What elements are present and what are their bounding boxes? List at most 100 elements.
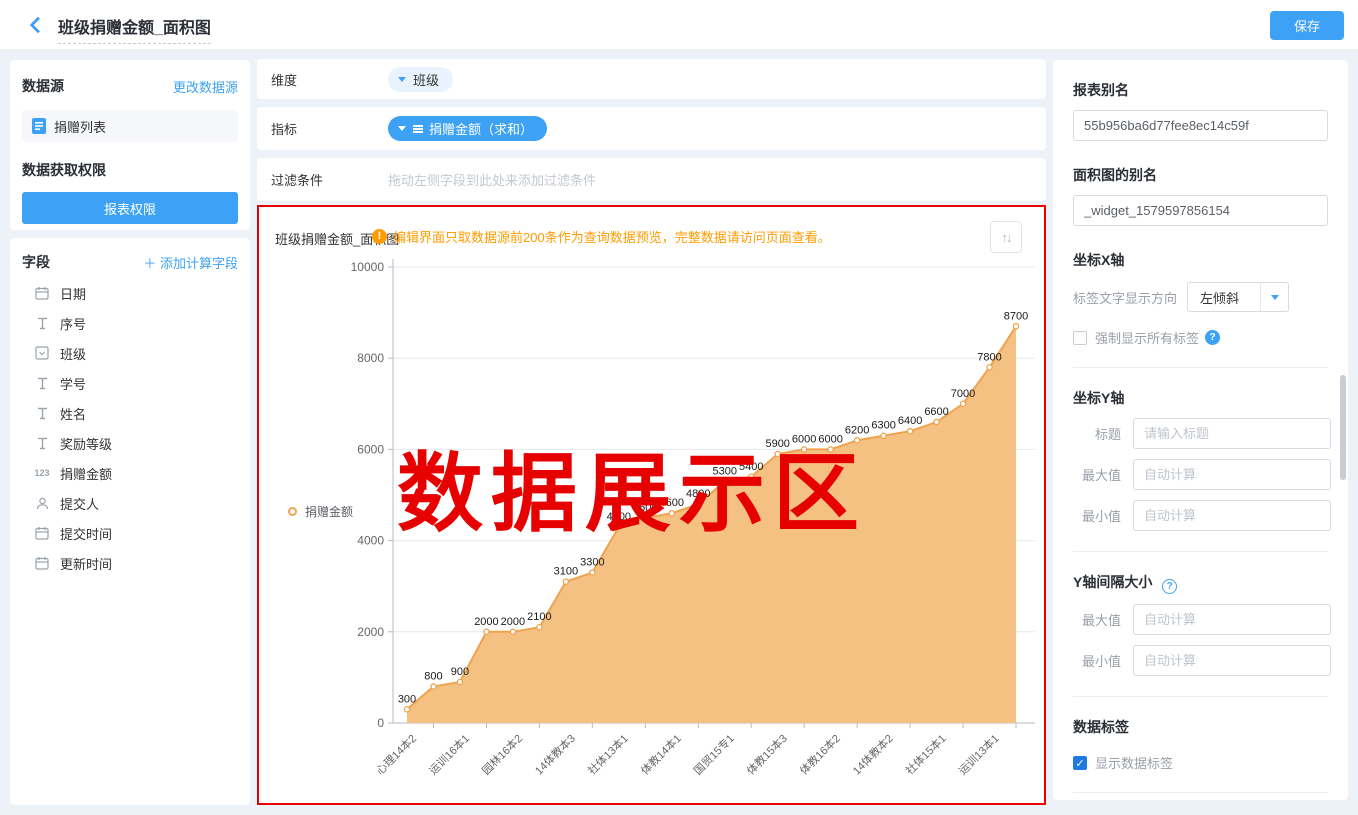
- svg-text:2000: 2000: [501, 616, 525, 628]
- report-alias-input[interactable]: [1073, 110, 1328, 141]
- y-axis-input[interactable]: [1133, 500, 1331, 531]
- svg-text:社体13本1: 社体13本1: [585, 731, 631, 777]
- svg-text:心理14本2: 心理14本2: [373, 731, 419, 777]
- svg-text:社体15本1: 社体15本1: [902, 731, 948, 777]
- calendar-icon: [32, 525, 52, 541]
- svg-text:4000: 4000: [357, 534, 384, 548]
- datasource-panel: 数据源 更改数据源 捐赠列表 数据获取权限 报表权限: [10, 60, 250, 230]
- svg-text:体教14本1: 体教14本1: [638, 731, 684, 777]
- change-datasource-link[interactable]: 更改数据源: [173, 77, 238, 96]
- svg-text:2100: 2100: [527, 611, 551, 623]
- svg-text:7800: 7800: [977, 351, 1001, 363]
- svg-text:2000: 2000: [474, 616, 498, 628]
- svg-text:300: 300: [398, 693, 416, 705]
- save-button[interactable]: 保存: [1270, 11, 1344, 40]
- legend-marker-icon: [288, 507, 297, 516]
- report-permission-button[interactable]: 报表权限: [22, 192, 238, 224]
- filter-label: 过滤条件: [271, 170, 323, 189]
- help-icon[interactable]: ?: [1205, 330, 1220, 345]
- svg-text:6400: 6400: [898, 415, 922, 427]
- svg-text:900: 900: [451, 666, 469, 678]
- widget-alias-title: 面积图的别名: [1073, 165, 1328, 185]
- document-icon: [32, 118, 46, 134]
- number-icon: 123: [32, 465, 52, 481]
- svg-text:国贸15专1: 国贸15专1: [691, 731, 737, 777]
- svg-text:5300: 5300: [712, 465, 736, 477]
- fields-title: 字段: [22, 252, 50, 272]
- svg-text:3300: 3300: [580, 557, 604, 569]
- x-axis-title: 坐标X轴: [1073, 250, 1328, 270]
- field-item[interactable]: 序号: [22, 308, 238, 338]
- y-interval-input[interactable]: [1133, 604, 1331, 635]
- datasource-name: 捐赠列表: [54, 117, 106, 136]
- svg-text:4600: 4600: [660, 497, 684, 509]
- sort-button[interactable]: ↑↓: [990, 221, 1022, 253]
- svg-text:10000: 10000: [351, 260, 385, 274]
- dimension-row: 维度 班级: [257, 59, 1046, 99]
- datasource-item[interactable]: 捐赠列表: [22, 110, 238, 142]
- filter-row[interactable]: 过滤条件 拖动左侧字段到此处来添加过滤条件: [257, 158, 1046, 201]
- y-axis-title: 坐标Y轴: [1073, 388, 1328, 408]
- field-item[interactable]: 更新时间: [22, 548, 238, 578]
- y-interval-title: Y轴间隔大小 ?: [1073, 572, 1328, 594]
- settings-panel: 报表别名 面积图的别名 坐标X轴 标签文字显示方向 左倾斜 强制显示所有标签 ?…: [1053, 60, 1348, 800]
- data-label-title: 数据标签: [1073, 717, 1328, 737]
- y-interval-rows: 最大值最小值: [1073, 604, 1328, 676]
- back-icon[interactable]: [28, 17, 44, 33]
- dimension-pill[interactable]: 班级: [388, 67, 453, 92]
- calendar-icon: [32, 285, 52, 301]
- add-calc-field-link[interactable]: ＋ 添加计算字段: [143, 253, 238, 272]
- show-data-label-checkbox[interactable]: ✓: [1073, 756, 1087, 770]
- help-icon[interactable]: ?: [1162, 579, 1177, 594]
- svg-text:运训13本1: 运训13本1: [955, 731, 1001, 777]
- y-axis-rows: 标题最大值最小值: [1073, 418, 1328, 531]
- page-title: 班级捐赠金额_面积图: [58, 14, 211, 44]
- calendar-icon: [32, 555, 52, 571]
- scrollbar-thumb[interactable]: [1340, 375, 1346, 480]
- svg-text:4800: 4800: [686, 488, 710, 500]
- dimension-label: 维度: [271, 70, 297, 89]
- metric-label: 指标: [271, 119, 297, 138]
- field-item[interactable]: 123捐赠金额: [22, 458, 238, 488]
- field-item[interactable]: 班级: [22, 338, 238, 368]
- field-item[interactable]: 奖励等级: [22, 428, 238, 458]
- y-axis-input[interactable]: [1133, 418, 1331, 449]
- person-icon: [32, 495, 52, 511]
- svg-text:14体教本2: 14体教本2: [850, 731, 896, 777]
- show-data-label-label: 显示数据标签: [1095, 753, 1173, 772]
- force-all-labels-checkbox[interactable]: [1073, 331, 1087, 345]
- legend-item[interactable]: 捐赠金额: [288, 503, 353, 520]
- svg-text:7000: 7000: [951, 388, 975, 400]
- filter-placeholder: 拖动左侧字段到此处来添加过滤条件: [388, 170, 596, 189]
- text-icon: [32, 315, 52, 331]
- label-direction-select[interactable]: 左倾斜: [1187, 282, 1289, 312]
- svg-text:14体教本3: 14体教本3: [532, 731, 578, 777]
- svg-text:运训16本1: 运训16本1: [426, 731, 472, 777]
- aggregate-icon: [413, 125, 423, 133]
- chart-warning: ! 编辑界面只取数据源前200条作为查询数据预览，完整数据请访问页面查看。: [372, 227, 831, 246]
- field-item[interactable]: 姓名: [22, 398, 238, 428]
- svg-text:6600: 6600: [924, 406, 948, 418]
- text-icon: [32, 375, 52, 391]
- fields-list: 日期序号班级学号姓名奖励等级123捐赠金额提交人提交时间更新时间: [22, 278, 238, 578]
- metric-pill[interactable]: 捐赠金额（求和）: [388, 116, 547, 141]
- y-interval-label: 最大值: [1073, 610, 1121, 629]
- select-icon: [32, 345, 52, 361]
- svg-text:5400: 5400: [739, 461, 763, 473]
- y-interval-input[interactable]: [1133, 645, 1331, 676]
- warning-icon: !: [372, 229, 387, 244]
- field-item[interactable]: 学号: [22, 368, 238, 398]
- field-item[interactable]: 提交人: [22, 488, 238, 518]
- area-chart: 0200040006000800010000300800900200020002…: [259, 207, 1044, 803]
- field-item[interactable]: 日期: [22, 278, 238, 308]
- force-all-labels-label: 强制显示所有标签: [1095, 328, 1199, 347]
- svg-text:体教15本3: 体教15本3: [744, 731, 790, 777]
- y-axis-input[interactable]: [1133, 459, 1331, 490]
- widget-alias-input[interactable]: [1073, 195, 1328, 226]
- permission-title: 数据获取权限: [22, 160, 238, 180]
- fields-panel: 字段 ＋ 添加计算字段 日期序号班级学号姓名奖励等级123捐赠金额提交人提交时间…: [10, 238, 250, 805]
- page: 班级捐赠金额_面积图 保存 数据源 更改数据源 捐赠列表 数据获取权限 报表权限…: [0, 0, 1358, 815]
- field-item[interactable]: 提交时间: [22, 518, 238, 548]
- y-axis-label: 最大值: [1073, 465, 1121, 484]
- svg-text:6000: 6000: [818, 433, 842, 445]
